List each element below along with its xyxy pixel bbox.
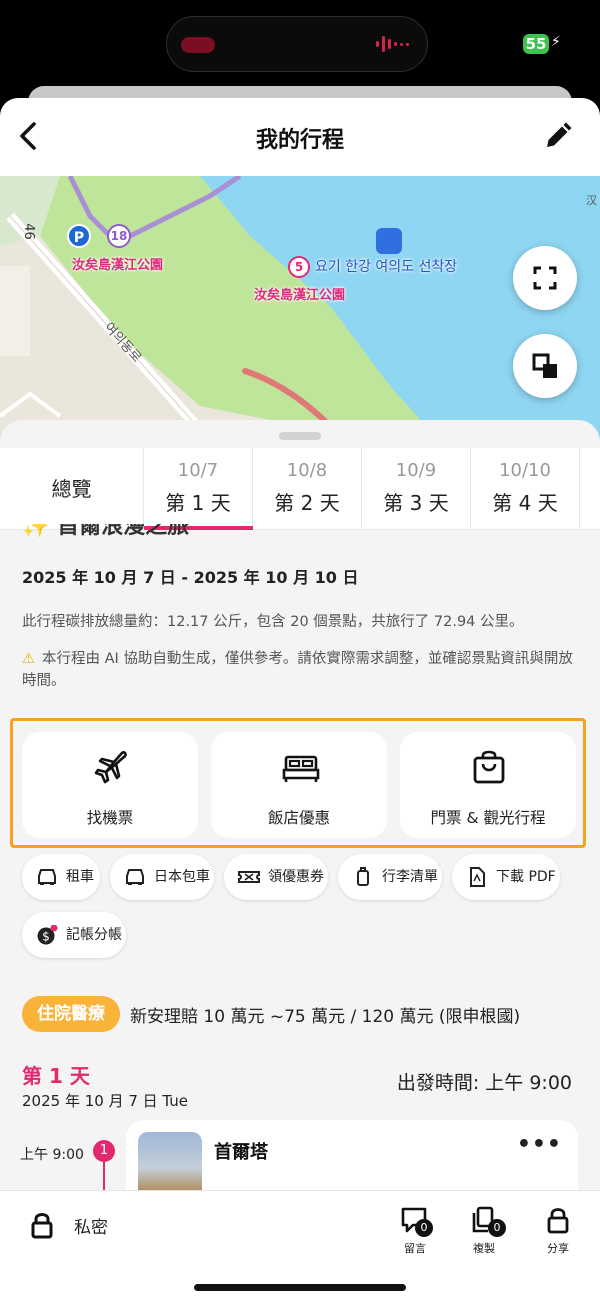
- tab-date: 10/10: [499, 460, 551, 481]
- warning-icon: ⚠: [22, 651, 35, 667]
- service-label: 飯店優惠: [267, 809, 330, 827]
- dollar-icon: $: [37, 925, 58, 945]
- service-label: 門票 & 觀光行程: [430, 809, 546, 827]
- recording-indicator: [181, 37, 215, 53]
- day-date: 2025 年 10 月 7 日 Tue: [22, 1092, 189, 1110]
- tab-day-2[interactable]: 10/8 第 2 天: [253, 448, 362, 530]
- place-name: 首爾塔: [214, 1142, 268, 1163]
- map-label-corner: 汉: [586, 194, 597, 207]
- tab-overview[interactable]: 總覽: [0, 448, 144, 530]
- pier-marker[interactable]: 5: [288, 256, 310, 278]
- edit-pencil-icon[interactable]: [542, 120, 574, 152]
- car-icon: [38, 869, 56, 885]
- comment-count: 0: [415, 1219, 433, 1237]
- car-icon: [126, 869, 144, 885]
- tab-label: 第 4 天: [492, 491, 558, 515]
- audio-wave-icon: [376, 36, 409, 52]
- park-marker[interactable]: 18: [107, 224, 131, 248]
- tab-day-4[interactable]: 10/10 第 4 天: [471, 448, 580, 530]
- tab-day-1[interactable]: 10/7 第 1 天: [144, 448, 253, 530]
- tab-date: 10/8: [286, 460, 328, 481]
- status-bar: 55 ⚡: [0, 0, 600, 96]
- tab-date: 10/7: [177, 460, 219, 481]
- insurance-badge[interactable]: 住院醫療: [22, 996, 120, 1032]
- more-options-icon[interactable]: •••: [517, 1132, 562, 1157]
- shopping-bag-icon: [473, 750, 505, 784]
- copy-button[interactable]: 複製 0: [462, 1205, 506, 1256]
- day-tabs: 總覽 10/7 第 1 天 10/8 第 2 天 10/9 第 3 天 10/1…: [0, 448, 600, 530]
- coupon-chip[interactable]: 領優惠券: [224, 854, 328, 900]
- comment-button[interactable]: 留言 0: [393, 1205, 437, 1256]
- share-button[interactable]: 分享: [536, 1205, 580, 1256]
- bed-icon: [282, 755, 320, 782]
- pdf-icon: [470, 867, 485, 887]
- layers-button[interactable]: [513, 334, 577, 398]
- luggage-icon: [357, 867, 369, 886]
- private-label[interactable]: 私密: [74, 1213, 108, 1238]
- trip-dates: 2025 年 10 月 7 日 - 2025 年 10 月 10 日: [22, 568, 359, 587]
- tab-day-3[interactable]: 10/9 第 3 天: [362, 448, 471, 530]
- dynamic-island: [166, 16, 428, 72]
- map-label-pier: 요기 한강 여의도 선착장: [315, 259, 458, 275]
- sparkle-icon: ✨: [22, 524, 58, 539]
- ai-notice: ⚠ 本行程由 AI 協助自動生成，僅供參考。請依實際需求調整，並確認景點資訊與開放…: [22, 648, 578, 692]
- carbon-info: 此行程碳排放總量約：12.17 公斤，包含 20 個景點，共旅行了 72.94 …: [22, 614, 524, 630]
- coupon-icon: [238, 871, 260, 883]
- charging-icon: ⚡: [551, 34, 561, 50]
- lock-icon[interactable]: [30, 1211, 54, 1239]
- departure-time[interactable]: 出發時間: 上午 9:00: [397, 1068, 572, 1095]
- fullscreen-button[interactable]: [513, 246, 577, 310]
- battery-level: 55: [523, 34, 549, 54]
- tab-label: 第 1 天: [165, 491, 231, 515]
- hotel-deals-card[interactable]: 飯店優惠: [211, 732, 387, 838]
- home-indicator[interactable]: [194, 1284, 406, 1291]
- page-header: 我的行程: [0, 98, 600, 176]
- tab-label: 第 2 天: [274, 491, 340, 515]
- share-lock-icon: [547, 1208, 569, 1234]
- stop-number: 1: [93, 1140, 115, 1162]
- svg-text:$: $: [42, 930, 50, 944]
- expense-split-chip[interactable]: $ 記帳分帳: [22, 912, 126, 958]
- itinerary-panel: 總覽 10/7 第 1 天 10/8 第 2 天 10/9 第 3 天 10/1…: [0, 420, 600, 1304]
- download-pdf-chip[interactable]: 下載 PDF: [452, 854, 560, 900]
- stop-time: 上午 9:00: [20, 1147, 84, 1163]
- map-label-park-2: 汝矣島漢江公園: [254, 288, 346, 303]
- day-label: 第 1 天: [22, 1064, 90, 1088]
- tab-date: 10/9: [395, 460, 437, 481]
- copy-count: 0: [488, 1219, 506, 1237]
- expand-icon: [533, 266, 557, 290]
- packing-list-chip[interactable]: 行李清單: [338, 854, 442, 900]
- service-label: 找機票: [86, 809, 134, 827]
- tickets-tours-card[interactable]: 門票 & 觀光行程: [400, 732, 576, 838]
- trip-title: ✨ 首爾浪漫之旅: [22, 524, 189, 544]
- tab-label: 第 3 天: [383, 491, 449, 515]
- parking-marker[interactable]: P: [67, 224, 91, 248]
- insurance-text[interactable]: 新安理賠 10 萬元 ~75 萬元 / 120 萬元 (限申根國): [130, 1002, 520, 1027]
- trip-map[interactable]: P 18 汝矣島漢江公園 5 요기 한강 여의도 선착장 汝矣島漢江公園 46 …: [0, 176, 600, 452]
- layers-icon: [532, 353, 557, 378]
- map-label-park: 汝矣島漢江公園: [72, 258, 164, 273]
- map-label-route: 46: [20, 223, 36, 240]
- find-flights-card[interactable]: 找機票: [22, 732, 198, 838]
- car-rental-chip[interactable]: 租車: [22, 854, 100, 900]
- drag-handle[interactable]: [279, 432, 321, 440]
- japan-charter-chip[interactable]: 日本包車: [110, 854, 214, 900]
- airplane-icon: [94, 751, 127, 784]
- page-title: 我的行程: [255, 128, 344, 153]
- pier-icon[interactable]: [376, 228, 402, 254]
